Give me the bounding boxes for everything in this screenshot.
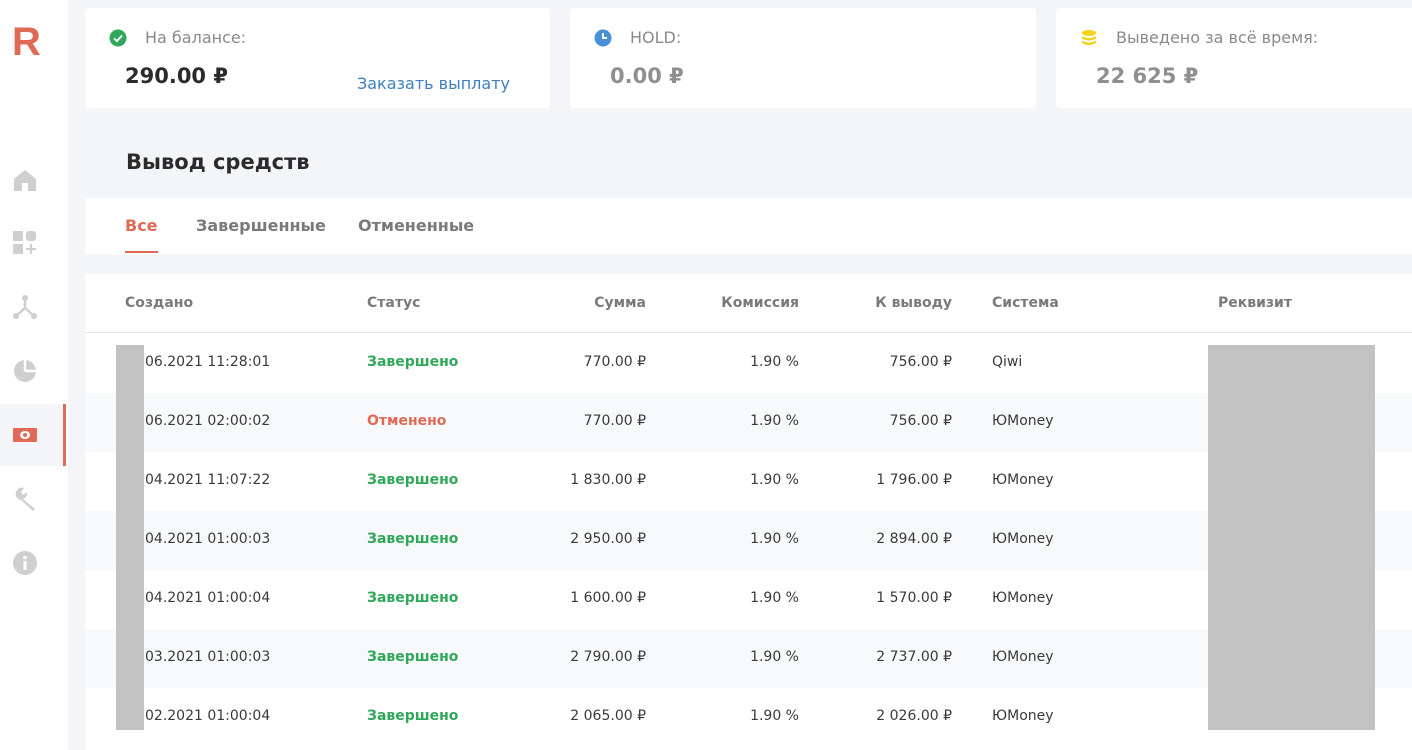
tabs-bar: Все Завершенные Отмененные <box>85 198 1412 254</box>
cell-fee: 1.90 % <box>750 590 799 606</box>
column-amount[interactable]: Сумма <box>594 295 646 311</box>
hold-card: HOLD: 0.00 ₽ <box>570 8 1036 108</box>
cell-created: 04.2021 01:00:03 <box>145 531 271 547</box>
cell-created: 04.2021 01:00:04 <box>145 590 271 606</box>
sidebar: R <box>0 0 68 750</box>
logo[interactable]: R <box>12 22 41 62</box>
cell-status: Завершено <box>367 649 459 665</box>
redacted-date-block <box>116 345 144 730</box>
cell-fee: 1.90 % <box>750 531 799 547</box>
cell-system: ЮMoney <box>992 590 1054 606</box>
cell-status: Завершено <box>367 472 459 488</box>
cell-fee: 1.90 % <box>750 649 799 665</box>
cell-created: 02.2021 01:00:04 <box>145 708 271 724</box>
cell-payout: 1 570.00 ₽ <box>876 590 952 606</box>
sidebar-item-apps[interactable] <box>0 212 66 274</box>
cell-status: Завершено <box>367 708 459 724</box>
redacted-requisite-block <box>1208 345 1375 730</box>
column-payout[interactable]: К выводу <box>875 295 952 311</box>
info-icon <box>13 551 37 575</box>
sidebar-item-info[interactable] <box>0 532 66 594</box>
column-created[interactable]: Создано <box>125 295 193 311</box>
cell-created: 03.2021 01:00:03 <box>145 649 271 665</box>
column-fee[interactable]: Комиссия <box>721 295 799 311</box>
cell-amount: 2 065.00 ₽ <box>570 708 646 724</box>
cell-payout: 1 796.00 ₽ <box>876 472 952 488</box>
cell-amount: 1 830.00 ₽ <box>570 472 646 488</box>
hold-label: HOLD: <box>630 28 682 47</box>
cell-payout: 756.00 ₽ <box>889 413 952 429</box>
cell-amount: 770.00 ₽ <box>583 413 646 429</box>
cell-payout: 756.00 ₽ <box>889 354 952 370</box>
payouts-table: Создано Статус Сумма Комиссия К выводу С… <box>85 274 1412 750</box>
money-icon <box>13 428 37 442</box>
cell-amount: 2 790.00 ₽ <box>570 649 646 665</box>
cell-status: Завершено <box>367 590 459 606</box>
tab-all[interactable]: Все <box>125 216 158 253</box>
home-icon <box>14 170 36 191</box>
sidebar-item-payouts[interactable] <box>0 404 66 466</box>
cell-system: ЮMoney <box>992 531 1054 547</box>
cell-amount: 1 600.00 ₽ <box>570 590 646 606</box>
cell-payout: 2 894.00 ₽ <box>876 531 952 547</box>
cell-status: Завершено <box>367 354 459 370</box>
cell-status: Завершено <box>367 531 459 547</box>
network-icon <box>13 295 37 319</box>
column-requisite[interactable]: Реквизит <box>1218 295 1292 311</box>
cell-system: Qiwi <box>992 354 1023 370</box>
tab-completed[interactable]: Завершенные <box>196 216 326 235</box>
cell-fee: 1.90 % <box>750 354 799 370</box>
tab-cancelled[interactable]: Отмененные <box>358 216 474 235</box>
table-header: Создано Статус Сумма Комиссия К выводу С… <box>85 274 1412 333</box>
balance-card: На балансе: 290.00 ₽ Заказать выплату <box>85 8 550 108</box>
hold-value: 0.00 ₽ <box>610 64 684 88</box>
cell-system: ЮMoney <box>992 649 1054 665</box>
cell-amount: 2 950.00 ₽ <box>570 531 646 547</box>
pie-chart-icon <box>14 360 36 382</box>
cell-amount: 770.00 ₽ <box>583 354 646 370</box>
apps-add-icon <box>13 231 36 254</box>
cell-fee: 1.90 % <box>750 708 799 724</box>
cell-system: ЮMoney <box>992 472 1054 488</box>
cell-created: 06.2021 02:00:02 <box>145 413 271 429</box>
request-payout-link[interactable]: Заказать выплату <box>357 74 510 93</box>
cell-fee: 1.90 % <box>750 472 799 488</box>
withdrawn-value: 22 625 ₽ <box>1096 64 1199 88</box>
withdrawn-label: Выведено за всё время: <box>1116 28 1319 47</box>
sidebar-item-network[interactable] <box>0 276 66 338</box>
cell-created: 06.2021 11:28:01 <box>145 354 271 370</box>
wrench-icon <box>15 487 35 511</box>
page-title: Вывод средств <box>126 150 310 174</box>
clock-icon <box>594 29 612 46</box>
column-status[interactable]: Статус <box>367 295 420 311</box>
balance-label: На балансе: <box>145 28 247 47</box>
withdrawn-card: Выведено за всё время: 22 625 ₽ <box>1056 8 1412 108</box>
check-circle-icon <box>109 29 127 46</box>
coins-icon <box>1082 29 1096 45</box>
column-system[interactable]: Система <box>992 295 1059 311</box>
cell-fee: 1.90 % <box>750 413 799 429</box>
cell-system: ЮMoney <box>992 413 1054 429</box>
sidebar-item-stats[interactable] <box>0 340 66 402</box>
sidebar-item-tools[interactable] <box>0 468 66 530</box>
cell-status: Отменено <box>367 413 447 429</box>
sidebar-item-home[interactable] <box>0 149 66 211</box>
cell-created: 04.2021 11:07:22 <box>145 472 271 488</box>
cell-payout: 2 737.00 ₽ <box>876 649 952 665</box>
cell-system: ЮMoney <box>992 708 1054 724</box>
cell-payout: 2 026.00 ₽ <box>876 708 952 724</box>
balance-value: 290.00 ₽ <box>125 64 228 88</box>
